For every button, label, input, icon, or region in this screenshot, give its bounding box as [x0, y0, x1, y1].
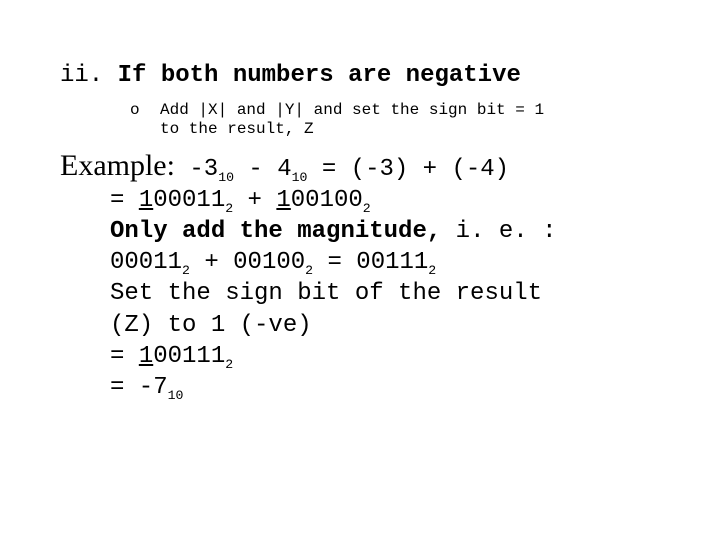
l2-sub2b: 2	[363, 201, 371, 216]
l6-text: (Z) to 1 (-ve)	[110, 312, 312, 339]
l4-sub2b: 2	[305, 263, 313, 278]
l4-sub2a: 2	[182, 263, 190, 278]
expr-pre: -3	[175, 156, 218, 183]
l3-bold: Only add the magnitude,	[110, 218, 441, 245]
l7-pre: =	[110, 343, 139, 370]
expr-mid1: - 4	[234, 156, 292, 183]
l7-u: 1	[139, 343, 153, 370]
l3-rest: i. e. :	[441, 218, 556, 245]
line-only-add: Only add the magnitude, i. e. :	[110, 216, 680, 247]
line-result-bin: = 1001112	[110, 341, 680, 372]
bullet-line2: to the result, Z	[160, 120, 314, 138]
l2-pre: =	[110, 187, 139, 214]
l4-a: 00011	[110, 249, 182, 276]
line-result-dec: = -710	[110, 372, 680, 403]
heading-text: If both numbers are negative	[118, 62, 521, 89]
sub-bullet: o Add |X| and |Y| and set the sign bit =…	[160, 101, 680, 139]
body-lines: Example: -310 - 410 = (-3) + (-4) = 1000…	[60, 146, 680, 404]
l2-u2: 1	[276, 187, 290, 214]
l2-sub2a: 2	[225, 201, 233, 216]
line-magnitude-sum: 000112 + 001002 = 001112	[110, 247, 680, 278]
l5-text: Set the sign bit of the result	[110, 280, 542, 307]
l2-plus: +	[233, 187, 276, 214]
example-label: Example:	[60, 149, 175, 182]
slide-content: ii. If both numbers are negative o Add |…	[0, 0, 720, 403]
l2-u1: 1	[139, 187, 153, 214]
l8-sub10: 10	[168, 388, 184, 403]
heading-marker: ii.	[60, 62, 103, 89]
l4-sub2c: 2	[428, 263, 436, 278]
bullet-marker: o	[130, 101, 140, 120]
bullet-line1: Add |X| and |Y| and set the sign bit = 1	[160, 101, 544, 119]
line-set-sign1: Set the sign bit of the result	[110, 278, 680, 309]
sub-10b: 10	[292, 169, 308, 184]
example-line: Example: -310 - 410 = (-3) + (-4)	[60, 146, 680, 185]
l7-sub2: 2	[225, 356, 233, 371]
l4-plus: + 00100	[190, 249, 305, 276]
sub-10a: 10	[218, 169, 234, 184]
expr-post: = (-3) + (-4)	[307, 156, 509, 183]
l8-pre: = -7	[110, 374, 168, 401]
heading-line: ii. If both numbers are negative	[60, 60, 680, 91]
l7-rest: 00111	[153, 343, 225, 370]
line-set-sign2: (Z) to 1 (-ve)	[110, 310, 680, 341]
l2-mid1: 00011	[153, 187, 225, 214]
l4-eq: = 00111	[313, 249, 428, 276]
line-binary-sum: = 1000112 + 1001002	[110, 185, 680, 216]
l2-mid2: 00100	[291, 187, 363, 214]
